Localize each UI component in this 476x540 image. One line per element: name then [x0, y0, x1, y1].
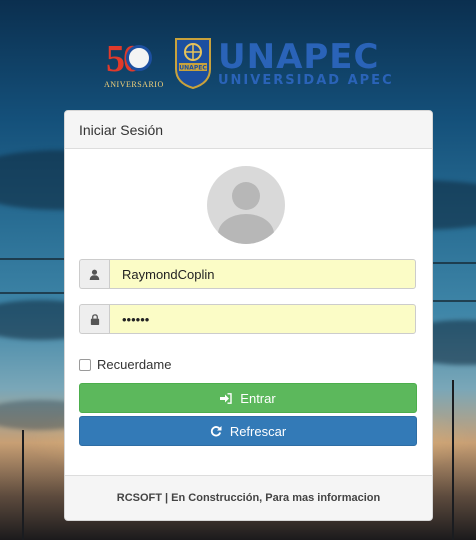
- password-group: [79, 304, 416, 334]
- refresh-label: Refrescar: [229, 423, 287, 439]
- refresh-button[interactable]: Refrescar: [79, 416, 417, 446]
- avatar-shoulders: [218, 214, 274, 244]
- panel-heading: Iniciar Sesión: [65, 111, 432, 149]
- avatar: [207, 166, 285, 244]
- avatar-head: [232, 182, 260, 210]
- university-shield-icon: UNAPEC: [175, 38, 211, 89]
- shield-text: UNAPEC: [179, 65, 207, 72]
- brand-name: UNAPEC: [218, 37, 380, 77]
- user-icon: [79, 259, 109, 289]
- password-input[interactable]: [109, 304, 416, 334]
- brand: UNAPEC UNIVERSIDAD APEC: [218, 39, 394, 88]
- submit-button[interactable]: Entrar: [79, 383, 417, 413]
- panel-footer: RCSOFT | En Construcción, Para mas infor…: [65, 475, 432, 520]
- login-panel: Iniciar Sesión Recuerdame Entrar Refresc…: [64, 110, 433, 521]
- username-input[interactable]: [109, 259, 416, 289]
- remember-label: Recuerdame: [97, 357, 172, 372]
- anniversary-label: ANIVERSARIO: [104, 80, 164, 89]
- sign-in-icon: [220, 392, 232, 404]
- refresh-icon: [210, 425, 222, 437]
- anniversary-logo: 50 ANIVERSARIO: [104, 39, 168, 91]
- footer-text: RCSOFT | En Construcción, Para mas infor…: [116, 492, 381, 504]
- lock-icon: [79, 304, 109, 334]
- panel-title: Iniciar Sesión: [79, 121, 164, 138]
- submit-label: Entrar: [240, 390, 276, 406]
- compass-icon: [126, 45, 152, 71]
- brand-subtitle: UNIVERSIDAD APEC: [218, 73, 394, 88]
- remember-me[interactable]: Recuerdame: [79, 357, 171, 372]
- username-group: [79, 259, 416, 289]
- header-logos: 50 ANIVERSARIO UNAPEC UNAPEC UNIVERSIDAD…: [0, 37, 476, 97]
- remember-checkbox[interactable]: [79, 358, 91, 371]
